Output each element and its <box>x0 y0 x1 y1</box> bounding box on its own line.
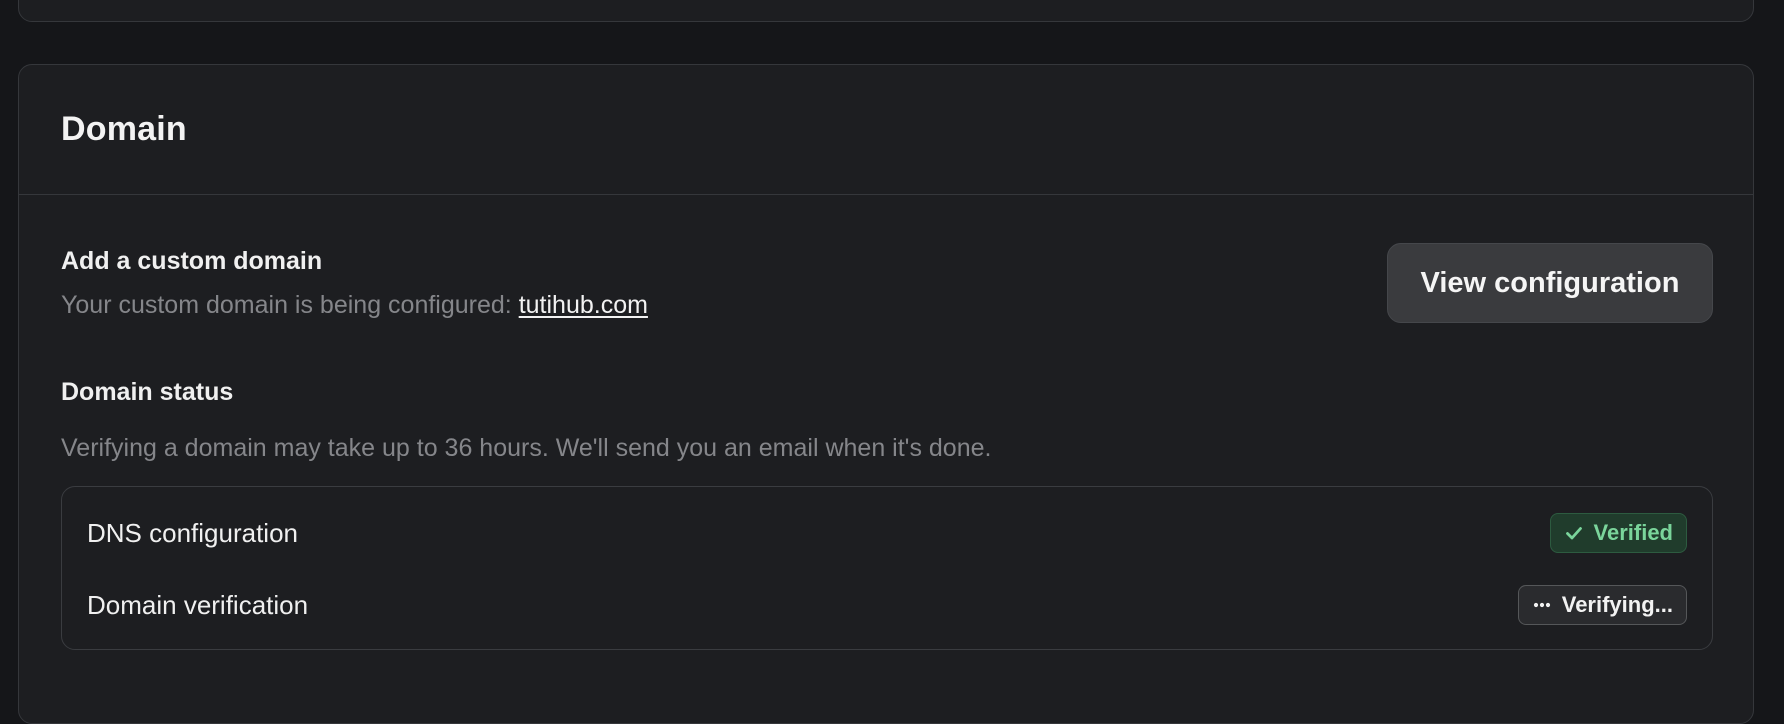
verified-status-badge: Verified <box>1549 513 1687 553</box>
status-row-dns-configuration: DNS configuration Verified <box>87 511 1687 555</box>
domain-status-description: Verifying a domain may take up to 36 hou… <box>61 434 992 462</box>
domain-status-title: Domain status <box>61 378 234 406</box>
domain-verification-label: Domain verification <box>87 589 309 620</box>
domain-status-list: DNS configuration Verified Domain verifi… <box>61 486 1713 650</box>
custom-domain-description-prefix: Your custom domain is being configured: <box>61 291 519 319</box>
view-configuration-button[interactable]: View configuration <box>1387 243 1713 323</box>
domain-card-header: Domain <box>19 65 1753 195</box>
domain-card-title: Domain <box>61 110 187 148</box>
check-icon <box>1564 523 1584 543</box>
dns-configuration-label: DNS configuration <box>87 517 298 548</box>
dots-icon <box>1532 595 1552 615</box>
verifying-status-badge: Verifying... <box>1517 585 1687 625</box>
domain-card: Domain Add a custom domain Your custom d… <box>18 64 1754 724</box>
custom-domain-description: Your custom domain is being configured: … <box>61 291 648 320</box>
verified-status-text: Verified <box>1593 520 1673 545</box>
verifying-status-text: Verifying... <box>1561 592 1673 617</box>
custom-domain-link[interactable]: tutihub.com <box>519 291 648 319</box>
previous-settings-card <box>18 0 1754 22</box>
custom-domain-title: Add a custom domain <box>61 247 323 275</box>
status-row-domain-verification: Domain verification Verifying... <box>87 583 1687 627</box>
